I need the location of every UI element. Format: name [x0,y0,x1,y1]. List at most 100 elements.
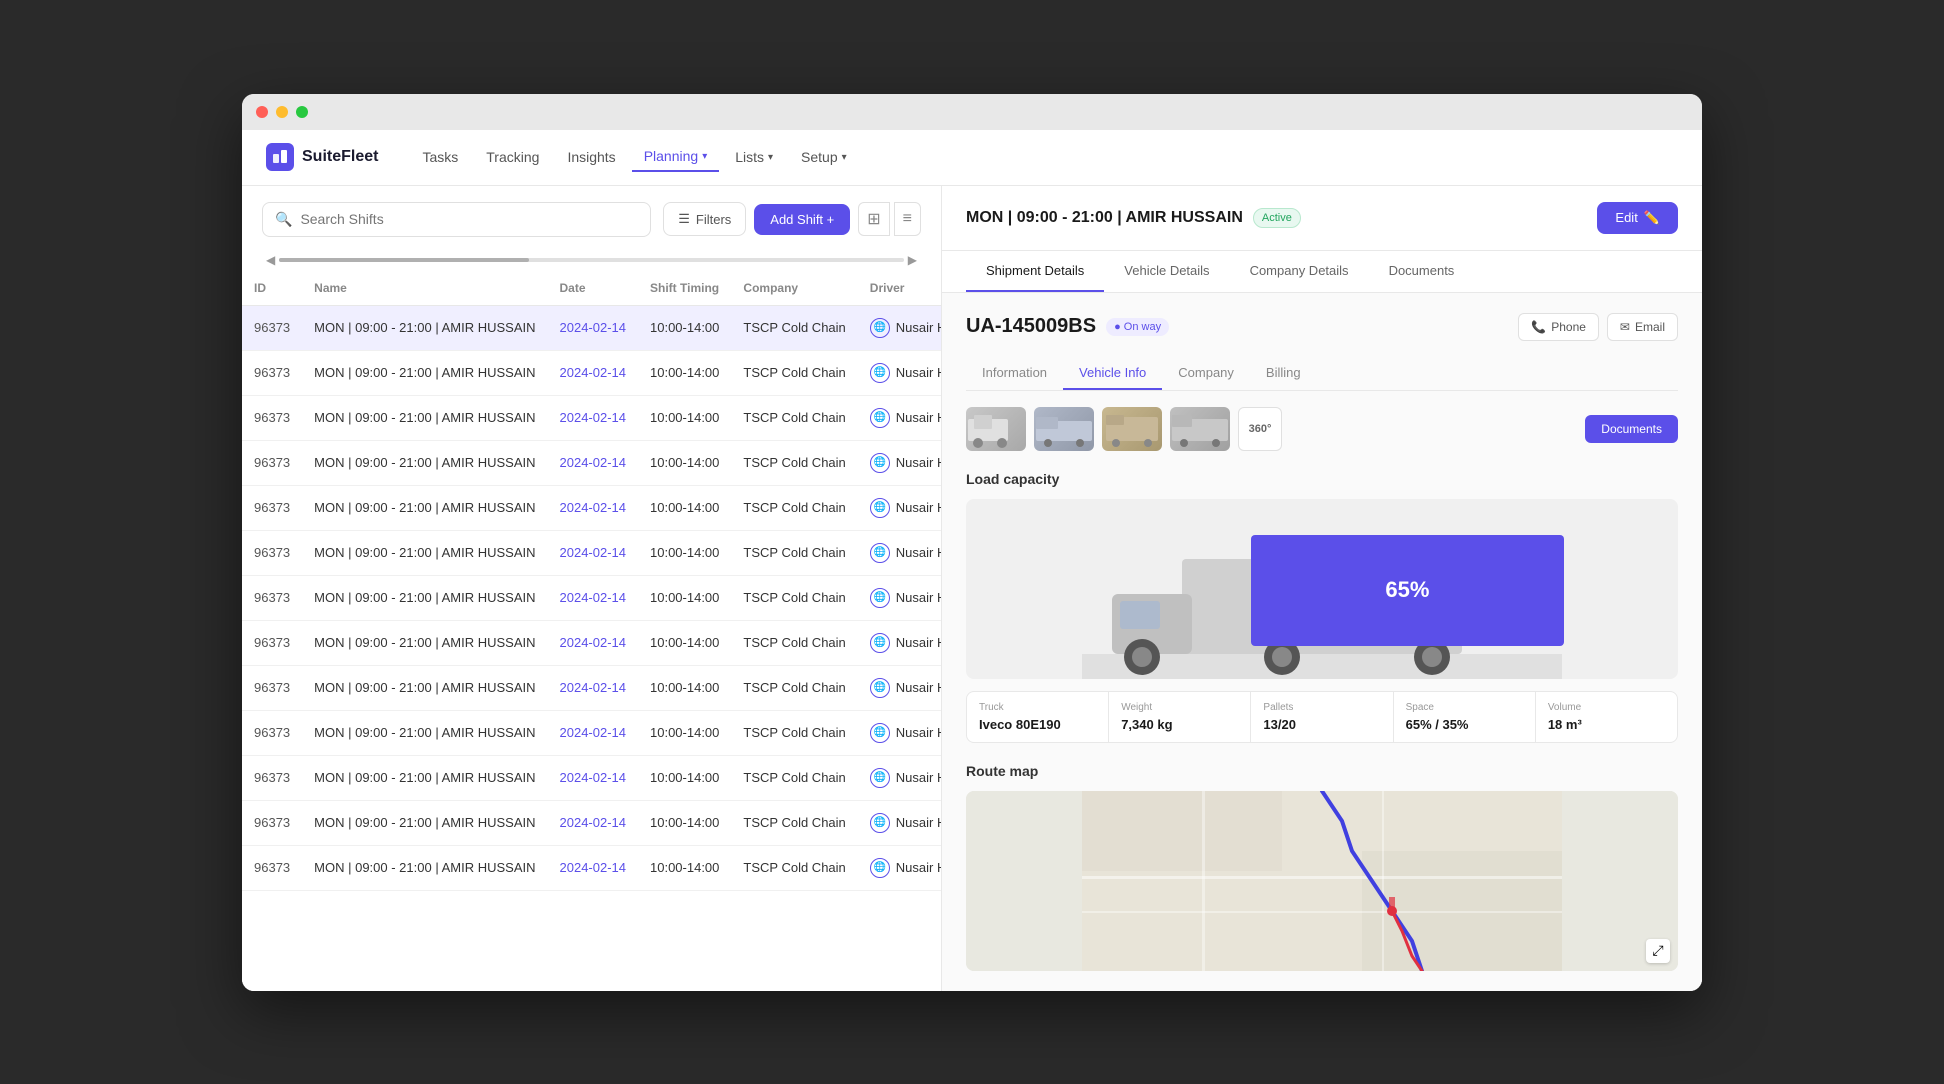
cell-timing: 10:00-14:00 [638,395,731,440]
cell-driver: 🌐 Nusair Haq [858,710,941,755]
sub-tab-billing[interactable]: Billing [1250,357,1317,390]
main-content: 🔍 ☰ Filters Add Shift + ⊞ ≡ [242,186,1702,991]
cell-company: TSCP Cold Chain [731,575,857,620]
cell-driver: 🌐 Nusair Haq [858,620,941,665]
cell-id: 96373 [242,530,302,575]
cell-id: 96373 [242,350,302,395]
cell-driver: 🌐 Nusair Haq [858,305,941,350]
cell-driver: 🌐 Nusair Haq [858,485,941,530]
map-area[interactable]: ⤢ [966,791,1678,971]
cell-name: MON | 09:00 - 21:00 | AMIR HUSSAIN [302,350,547,395]
shift-title-text: MON | 09:00 - 21:00 | AMIR HUSSAIN [966,209,1243,227]
add-shift-button[interactable]: Add Shift + [754,204,850,235]
cell-id: 96373 [242,485,302,530]
tab-vehicle-details[interactable]: Vehicle Details [1104,251,1229,292]
sub-tab-vehicle-info[interactable]: Vehicle Info [1063,357,1162,390]
globe-icon: 🌐 [870,408,890,428]
globe-icon: 🌐 [870,723,890,743]
cell-company: TSCP Cold Chain [731,800,857,845]
route-map-title: Route map [966,763,1678,779]
phone-button[interactable]: 📞 Phone [1518,313,1599,341]
map-zoom-button[interactable]: ⤢ [1646,939,1670,963]
scroll-left-arrow[interactable]: ◀ [262,253,279,267]
filter-button[interactable]: ☰ Filters [663,202,746,236]
cell-timing: 10:00-14:00 [638,800,731,845]
table-row[interactable]: 96373 MON | 09:00 - 21:00 | AMIR HUSSAIN… [242,485,941,530]
vehicle-image-3[interactable] [1102,407,1162,451]
table-row[interactable]: 96373 MON | 09:00 - 21:00 | AMIR HUSSAIN… [242,665,941,710]
table-row[interactable]: 96373 MON | 09:00 - 21:00 | AMIR HUSSAIN… [242,530,941,575]
table-row[interactable]: 96373 MON | 09:00 - 21:00 | AMIR HUSSAIN… [242,710,941,755]
scroll-right-arrow[interactable]: ▶ [904,253,921,267]
cell-timing: 10:00-14:00 [638,350,731,395]
vehicle-image-1[interactable] [966,407,1026,451]
list-view-button[interactable]: ≡ [894,202,921,236]
table-row[interactable]: 96373 MON | 09:00 - 21:00 | AMIR HUSSAIN… [242,395,941,440]
maximize-button[interactable] [296,106,308,118]
cell-id: 96373 [242,710,302,755]
globe-icon: 🌐 [870,363,890,383]
minimize-button[interactable] [276,106,288,118]
nav-tasks[interactable]: Tasks [410,143,470,171]
edit-button[interactable]: Edit ✏️ [1597,202,1678,234]
cell-driver: 🌐 Nusair Haq [858,395,941,440]
sub-tab-information[interactable]: Information [966,357,1063,390]
search-input[interactable] [300,211,638,227]
nav-items: Tasks Tracking Insights Planning ▾ Lists… [410,142,858,172]
setup-chevron-icon: ▾ [842,152,847,163]
grid-view-button[interactable]: ⊞ [858,202,889,236]
tab-documents[interactable]: Documents [1369,251,1475,292]
sub-tab-company[interactable]: Company [1162,357,1250,390]
tab-shipment-details[interactable]: Shipment Details [966,251,1104,292]
col-driver: Driver [858,271,941,306]
app-window: SuiteFleet Tasks Tracking Insights Plann… [242,94,1702,991]
cell-name: MON | 09:00 - 21:00 | AMIR HUSSAIN [302,800,547,845]
cell-date: 2024-02-14 [548,530,639,575]
nav-insights[interactable]: Insights [555,143,627,171]
load-capacity-title: Load capacity [966,471,1678,487]
nav-setup[interactable]: Setup ▾ [789,143,859,171]
nav-planning[interactable]: Planning ▾ [632,142,720,172]
search-bar-area: 🔍 ☰ Filters Add Shift + ⊞ ≡ [242,186,941,253]
cell-date: 2024-02-14 [548,755,639,800]
table-row[interactable]: 96373 MON | 09:00 - 21:00 | AMIR HUSSAIN… [242,350,941,395]
load-percentage-bar: 65% [1251,535,1564,647]
close-button[interactable] [256,106,268,118]
scroll-thumb [279,258,529,262]
view-360-button[interactable]: 360° [1238,407,1282,451]
table-row[interactable]: 96373 MON | 09:00 - 21:00 | AMIR HUSSAIN… [242,800,941,845]
table-row[interactable]: 96373 MON | 09:00 - 21:00 | AMIR HUSSAIN… [242,575,941,620]
cell-date: 2024-02-14 [548,800,639,845]
cell-date: 2024-02-14 [548,440,639,485]
table-row[interactable]: 96373 MON | 09:00 - 21:00 | AMIR HUSSAIN… [242,845,941,890]
documents-button[interactable]: Documents [1585,415,1678,443]
cell-company: TSCP Cold Chain [731,710,857,755]
table-row[interactable]: 96373 MON | 09:00 - 21:00 | AMIR HUSSAIN… [242,440,941,485]
cell-driver: 🌐 Nusair Haq [858,440,941,485]
cell-id: 96373 [242,575,302,620]
col-company: Company [731,271,857,306]
nav-lists[interactable]: Lists ▾ [723,143,785,171]
cell-name: MON | 09:00 - 21:00 | AMIR HUSSAIN [302,440,547,485]
vehicle-image-4[interactable] [1170,407,1230,451]
table-row[interactable]: 96373 MON | 09:00 - 21:00 | AMIR HUSSAIN… [242,620,941,665]
filter-icon: ☰ [678,211,690,227]
globe-icon: 🌐 [870,453,890,473]
email-button[interactable]: ✉ Email [1607,313,1678,341]
table-row[interactable]: 96373 MON | 09:00 - 21:00 | AMIR HUSSAIN… [242,305,941,350]
vehicle-images: 360° Documents [966,407,1678,451]
horizontal-scrollbar[interactable] [279,258,904,262]
nav-tracking[interactable]: Tracking [474,143,551,171]
cell-company: TSCP Cold Chain [731,305,857,350]
capacity-stats: Truck Iveco 80E190 Weight 7,340 kg Palle… [966,691,1678,743]
vehicle-image-2[interactable] [1034,407,1094,451]
table-row[interactable]: 96373 MON | 09:00 - 21:00 | AMIR HUSSAIN… [242,755,941,800]
col-date: Date [548,271,639,306]
cell-driver: 🌐 Nusair Haq [858,755,941,800]
tab-company-details[interactable]: Company Details [1230,251,1369,292]
shifts-table: ID Name Date Shift Timing Company Driver… [242,271,941,891]
cell-date: 2024-02-14 [548,395,639,440]
view-toggle: ⊞ ≡ [858,202,921,236]
left-panel: 🔍 ☰ Filters Add Shift + ⊞ ≡ [242,186,942,991]
table-header: ID Name Date Shift Timing Company Driver… [242,271,941,306]
